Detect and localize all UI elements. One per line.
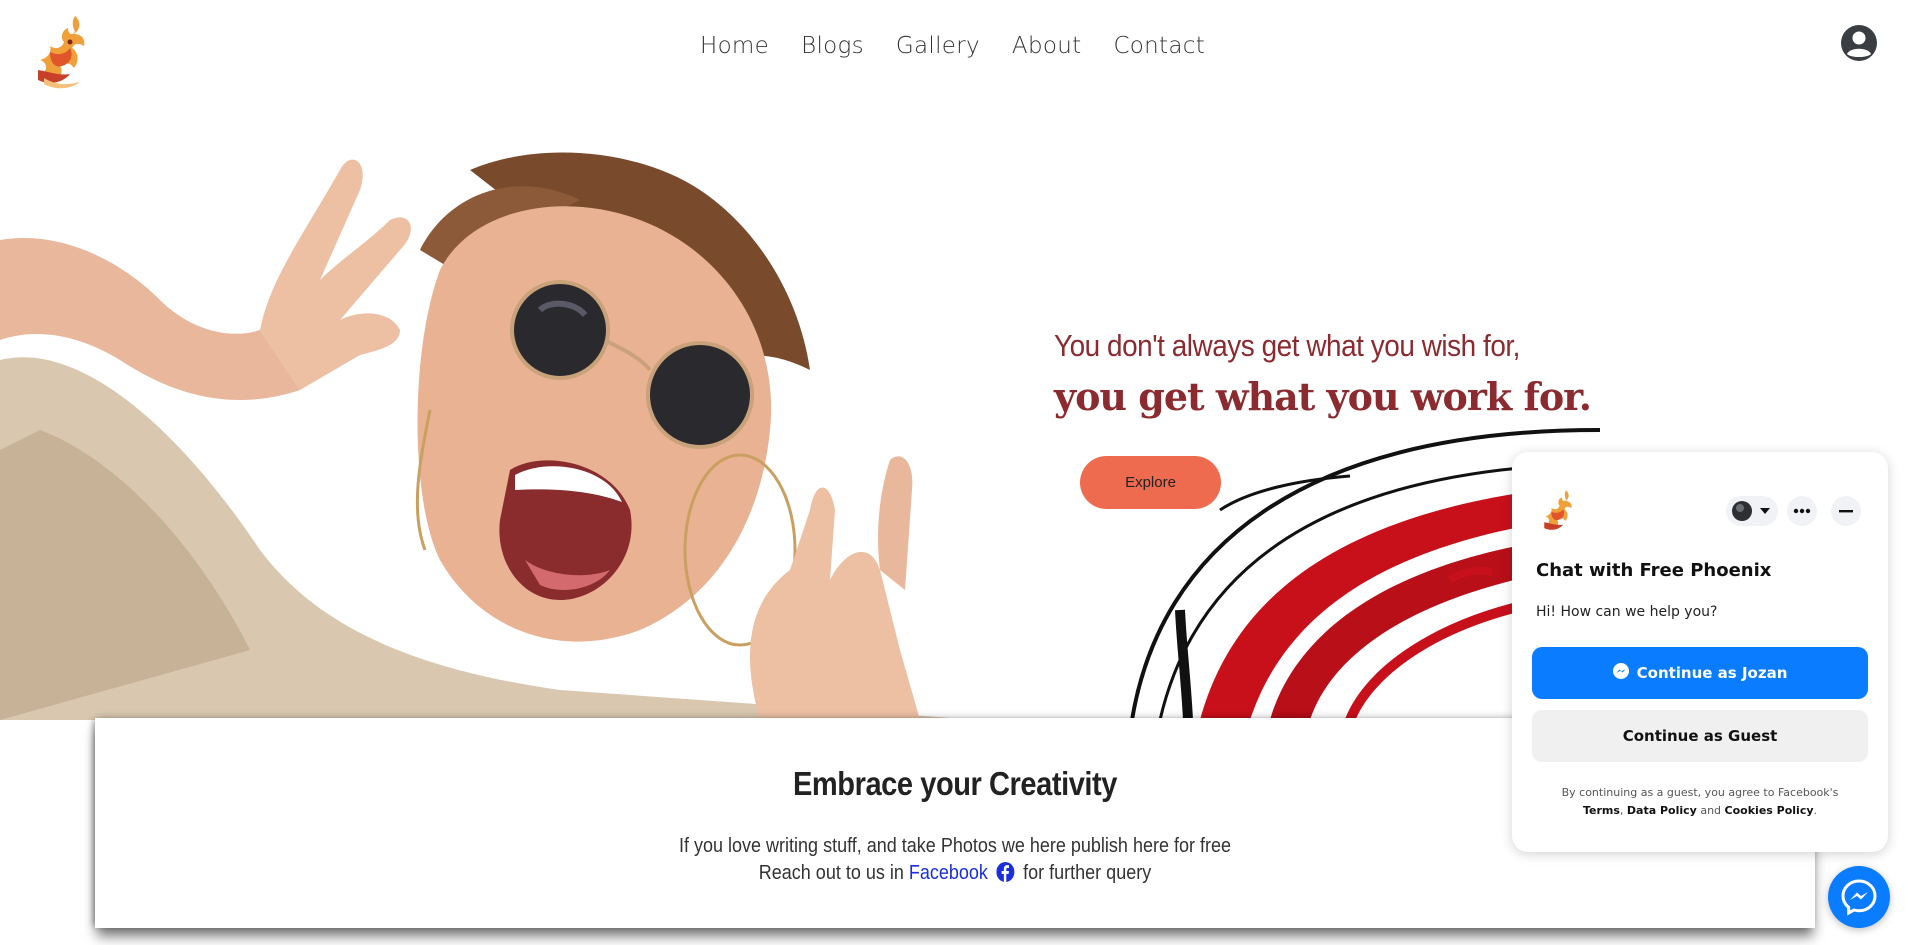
nav-gallery[interactable]: Gallery xyxy=(896,33,980,59)
card-line-1: If you love writing stuff, and take Phot… xyxy=(679,835,1231,857)
continue-as-guest-button[interactable]: Continue as Guest xyxy=(1532,710,1868,762)
nav-contact[interactable]: Contact xyxy=(1113,33,1205,59)
hero-quote: You don't always get what you wish for, … xyxy=(1054,328,1614,419)
main-nav: Home Blogs Gallery About Contact xyxy=(0,33,1905,59)
chat-title: Chat with Free Phoenix xyxy=(1536,560,1772,581)
card-title: Embrace your Creativity xyxy=(792,765,1117,802)
explore-button[interactable]: Explore xyxy=(1080,456,1221,509)
profile-switcher[interactable] xyxy=(1726,496,1778,526)
card-line-2: Reach out to us in Facebook for further … xyxy=(181,860,1729,887)
quote-line-1: You don't always get what you wish for, xyxy=(1054,328,1520,363)
page: Home Blogs Gallery About Contact You don… xyxy=(0,0,1905,945)
card-line-2-prefix: Reach out to us in xyxy=(758,862,904,884)
page-avatar xyxy=(1536,488,1582,534)
quote-line-2: you get what you work for. xyxy=(1054,374,1592,419)
nav-home[interactable]: Home xyxy=(700,33,769,59)
chat-greeting: Hi! How can we help you? xyxy=(1536,604,1718,620)
nav-blogs[interactable]: Blogs xyxy=(801,33,864,59)
minimize-icon[interactable] xyxy=(1831,496,1861,526)
messenger-icon xyxy=(1612,663,1629,683)
facebook-icon[interactable] xyxy=(996,862,1015,882)
user-circle-icon[interactable] xyxy=(1840,24,1878,62)
messenger-chat-widget: Chat with Free Phoenix Hi! How can we he… xyxy=(1512,452,1888,852)
continue-as-user-label: Continue as Jozan xyxy=(1636,664,1788,682)
disclaimer-text: By continuing as a guest, you agree to F… xyxy=(1561,786,1839,799)
more-options-icon[interactable] xyxy=(1787,496,1817,526)
card-line-2-suffix: for further query xyxy=(1023,862,1152,884)
facebook-link[interactable]: Facebook xyxy=(909,862,988,884)
messenger-icon[interactable] xyxy=(1828,866,1890,928)
cookies-policy-link[interactable]: Cookies Policy xyxy=(1725,804,1814,817)
policy-links: Terms, Data Policy and Cookies Policy. xyxy=(1582,804,1818,817)
hero-photo xyxy=(0,130,1010,720)
data-policy-link[interactable]: Data Policy xyxy=(1627,804,1697,817)
terms-link[interactable]: Terms xyxy=(1583,804,1620,817)
card-text: If you love writing stuff, and take Phot… xyxy=(181,833,1729,887)
nav-about[interactable]: About xyxy=(1012,33,1082,59)
chat-disclaimer: By continuing as a guest, you agree to F… xyxy=(1532,784,1868,820)
and-text: and xyxy=(1700,804,1722,817)
continue-as-user-button[interactable]: Continue as Jozan xyxy=(1532,647,1868,699)
